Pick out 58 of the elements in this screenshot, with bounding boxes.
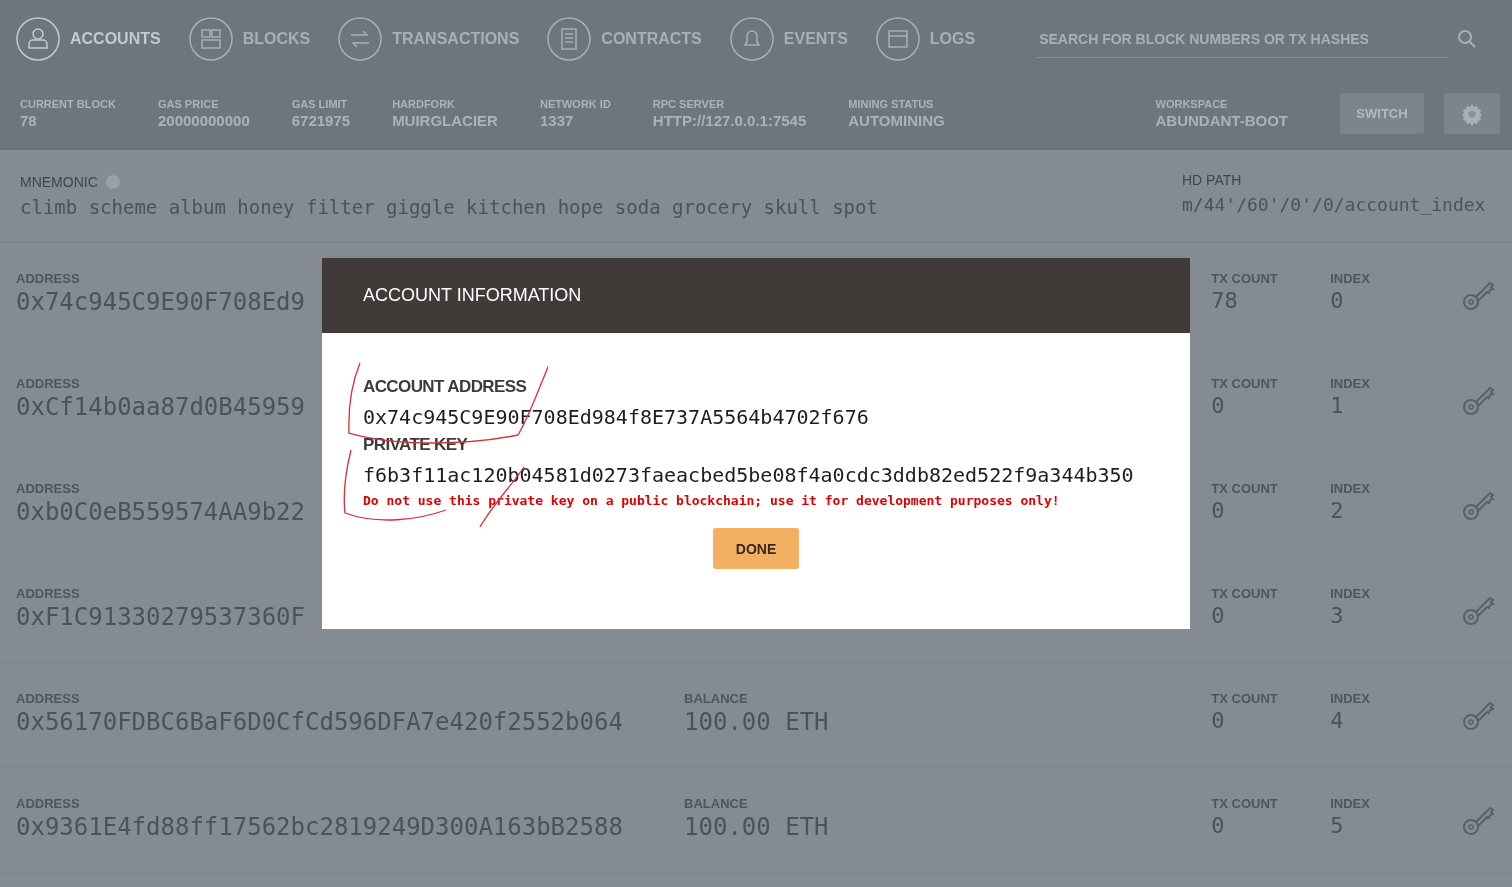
tx-count-value: 0 — [1211, 813, 1225, 838]
stat-value: 78 — [20, 112, 37, 129]
address-value: 0xF1C91330279537360F — [16, 603, 305, 631]
address-value: 0x56170FDBC6BaF6D0CfCd596DFA7e420f2552b064 — [16, 708, 623, 736]
stat-label: GAS LIMIT — [291, 98, 348, 110]
stat-value: 20000000000 — [157, 112, 250, 129]
settings-button[interactable] — [1444, 93, 1500, 134]
mnemonic-label: MNEMONIC — [20, 174, 98, 190]
tx-count-value: 78 — [1211, 288, 1238, 313]
stat-value: AUTOMINING — [848, 112, 945, 129]
nav-tab[interactable]: CONTRACTS — [547, 17, 702, 61]
arrows-icon — [338, 17, 383, 61]
stat-label: GAS PRICE — [157, 98, 219, 110]
hd-path-label: HD PATH — [1182, 172, 1243, 188]
dialog-title: ACCOUNT INFORMATION — [363, 285, 582, 306]
nav-tab[interactable]: BLOCKS — [188, 17, 311, 61]
window-icon — [875, 17, 920, 61]
nav-tab[interactable]: ACCOUNTS — [16, 17, 161, 61]
nav-tab[interactable]: TRANSACTIONS — [338, 17, 520, 61]
index-value: 0 — [1330, 288, 1344, 313]
mnemonic-words: climb scheme album honey filter giggle kitchen hope soda grocery skull spot — [20, 196, 878, 218]
done-button[interactable]: DONE — [713, 528, 799, 569]
address-value: 0xb0C0eB559574AA9b22 — [16, 498, 305, 526]
stat-label: NETWORK ID — [539, 98, 611, 110]
index-value: 4 — [1330, 708, 1344, 733]
tx-count-value: 0 — [1211, 393, 1225, 418]
stat-label: RPC SERVER — [652, 98, 725, 110]
nav-tab[interactable]: EVENTS — [729, 17, 848, 61]
document-icon — [547, 17, 592, 61]
address-value: 0x74c945C9E90F708Ed9 — [16, 288, 305, 316]
field-label: ACCOUNT ADDRESS — [363, 377, 528, 397]
stat-label: HARDFORK — [392, 98, 456, 110]
tx-count-value: 0 — [1211, 603, 1225, 628]
address-value: 0x9361E4fd88ff17562bc2819249D300A163bB2588 — [16, 813, 623, 841]
person-icon — [16, 17, 60, 61]
hd-path-value: m/44'/60'/0'/0/account_index — [1182, 194, 1487, 215]
stat-label: CURRENT BLOCK — [20, 98, 116, 110]
stat-value: HTTP://127.0.0.1:7545 — [652, 112, 807, 129]
bell-icon — [729, 17, 774, 61]
blocks-icon — [188, 17, 233, 61]
stat-label: WORKSPACE — [1155, 98, 1228, 110]
stat-value: 6721975 — [291, 112, 351, 129]
stat-value: ABUNDANT-BOOT — [1155, 112, 1288, 129]
tx-count-value: 0 — [1211, 498, 1225, 523]
search-icon — [1457, 29, 1478, 49]
stat-value: MUIRGLACIER — [392, 112, 498, 129]
balance-value: 100.00 ETH — [684, 708, 829, 736]
address-value: 0xCf14b0aa87d0B45959 — [16, 393, 305, 421]
balance-value: 100.00 ETH — [684, 813, 829, 841]
index-value: 3 — [1330, 603, 1344, 628]
index-value: 2 — [1330, 498, 1344, 523]
index-value: 5 — [1330, 813, 1344, 838]
index-value: 1 — [1330, 393, 1344, 418]
tx-count-value: 0 — [1211, 708, 1225, 733]
nav-tab[interactable]: LOGS — [875, 17, 976, 61]
search-field[interactable]: SEARCH FOR BLOCK NUMBERS OR TX HASHES — [1037, 20, 1448, 58]
stat-value: 1337 — [539, 112, 574, 129]
stat-label: MINING STATUS — [848, 98, 934, 110]
